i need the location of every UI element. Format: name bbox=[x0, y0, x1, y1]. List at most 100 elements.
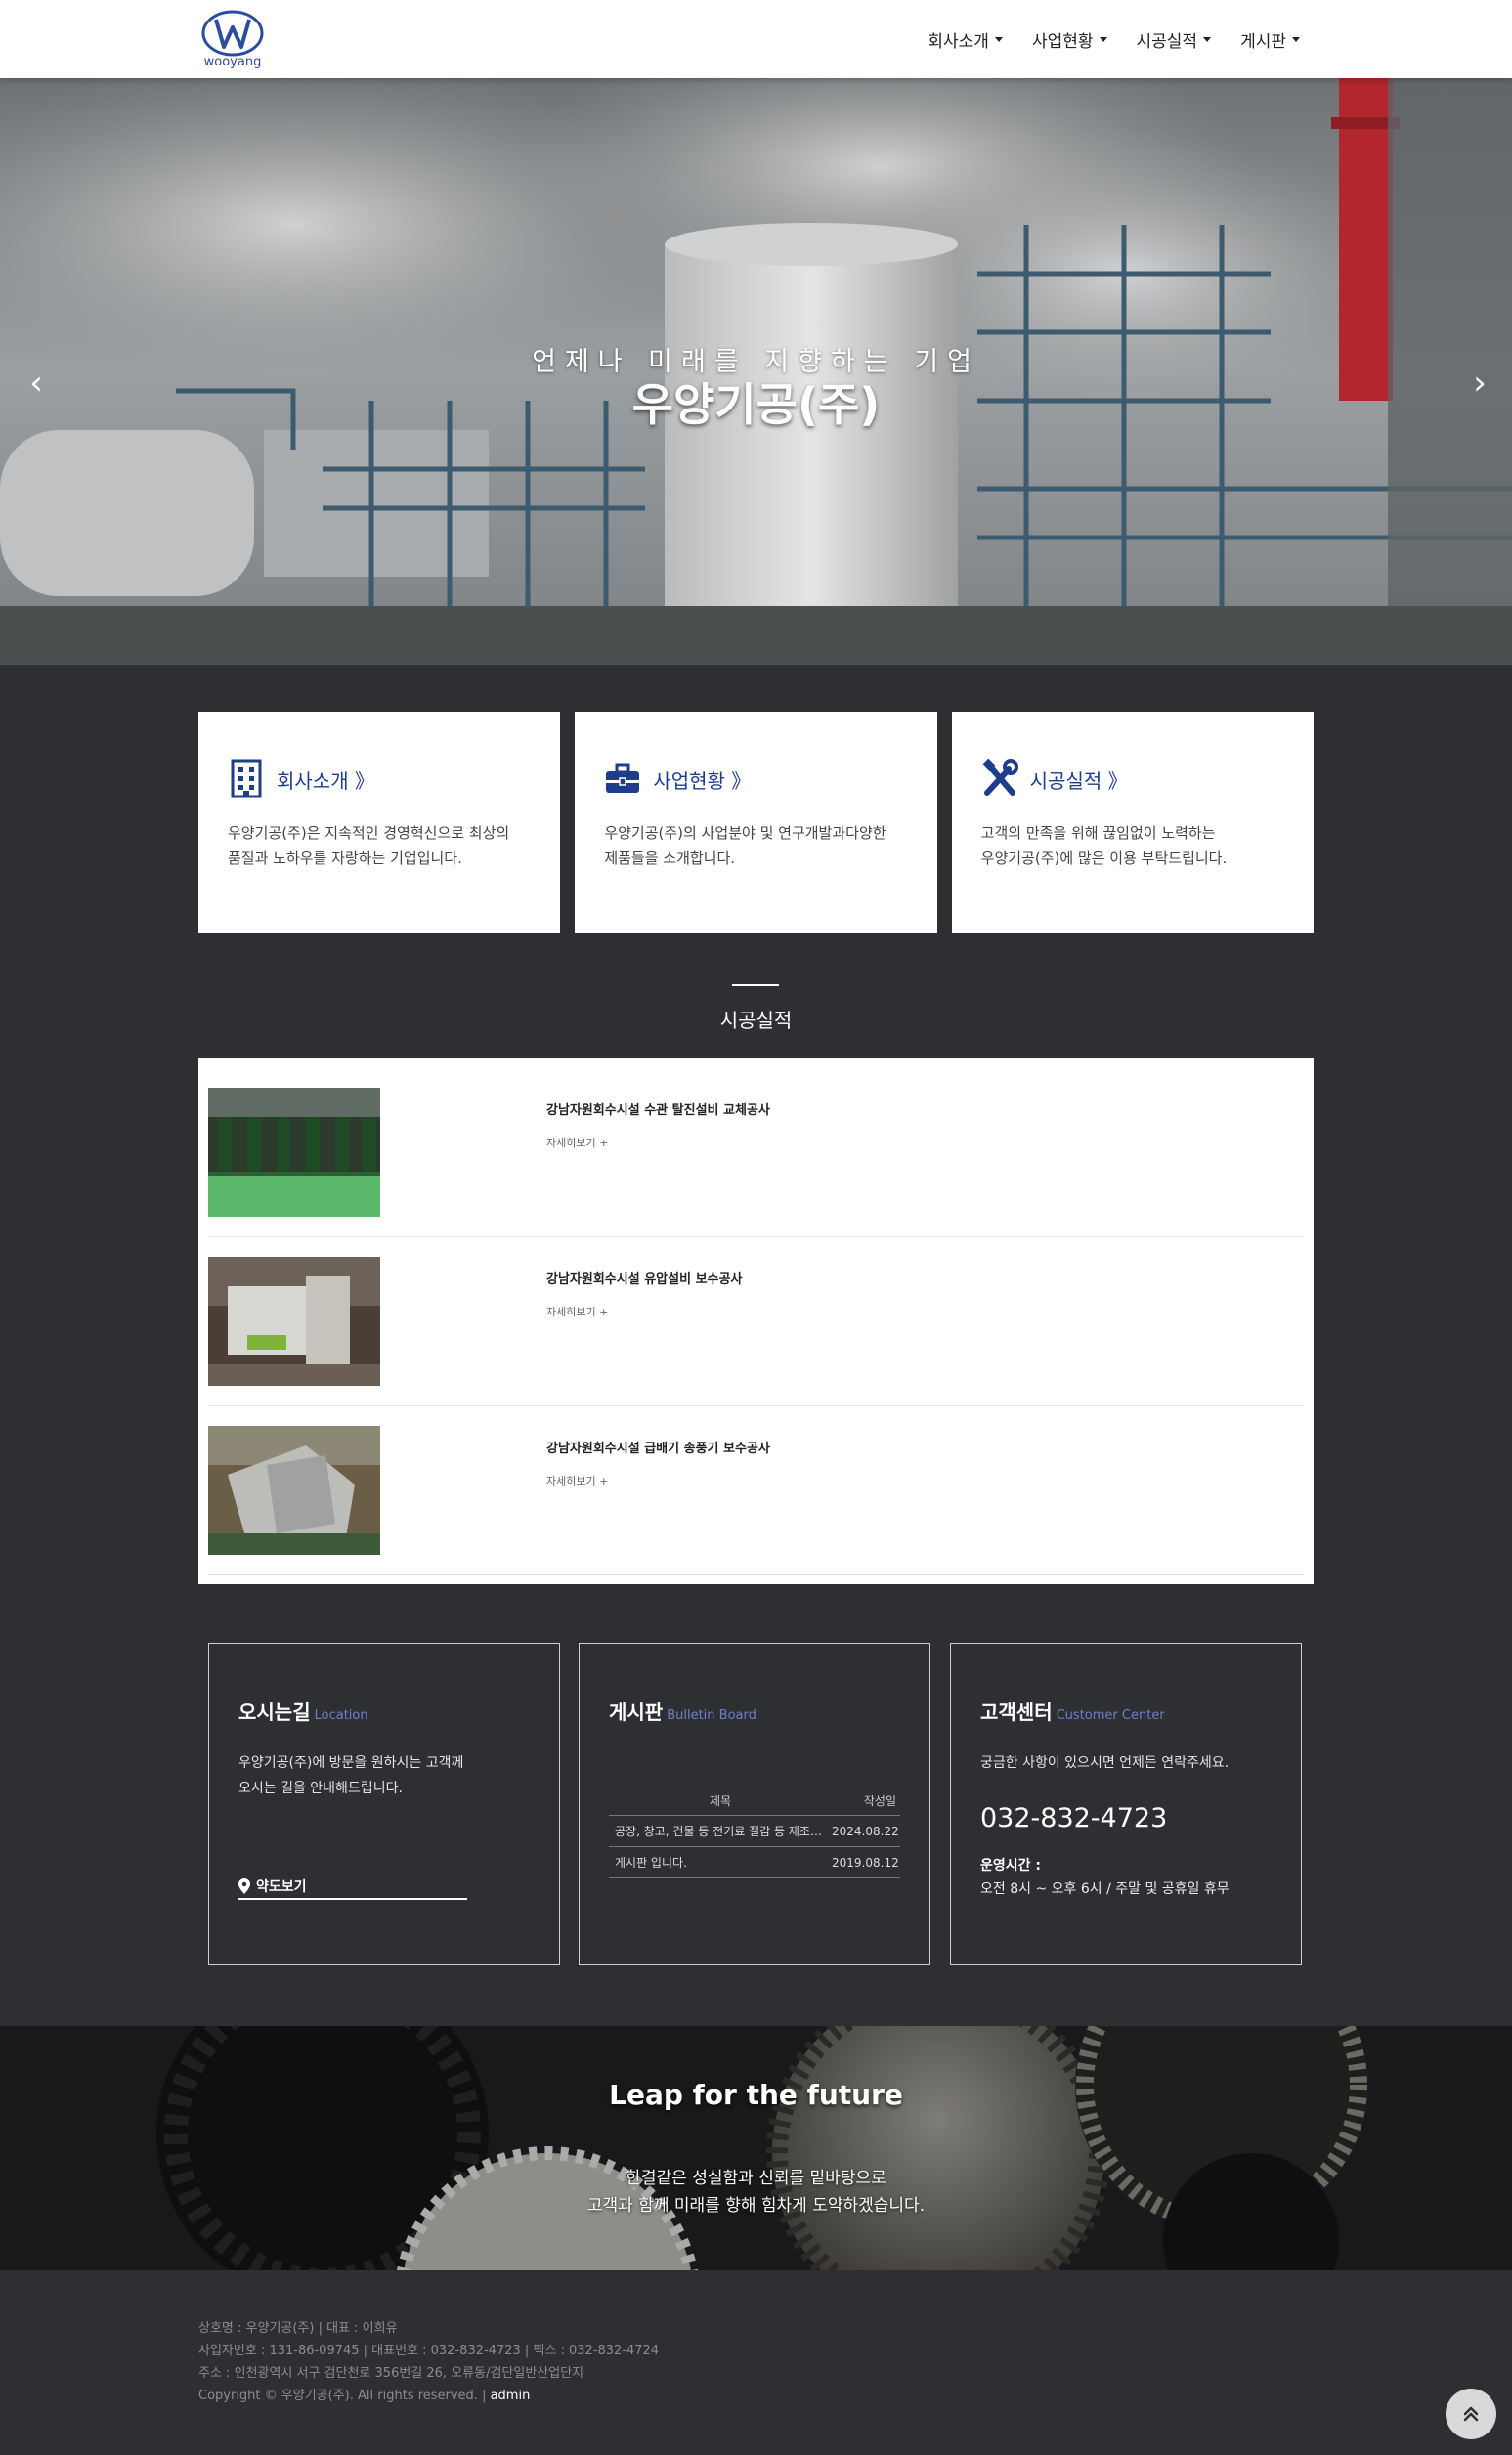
work-title[interactable]: 강남자원회수시설 급배기 송풍기 보수공사 bbox=[546, 1438, 770, 1456]
banner-text: 한결같은 성실함과 신뢰를 밑바탕으로 고객과 함께 미래를 향해 힘차게 도약… bbox=[0, 2165, 1512, 2219]
double-chevron-up-icon bbox=[1463, 2406, 1479, 2422]
banner-text-line: 고객과 함께 미래를 향해 힘차게 도약하겠습니다. bbox=[586, 2196, 926, 2216]
board-title-en: Bulletin Board bbox=[667, 1708, 756, 1723]
work-thumbnail[interactable] bbox=[208, 1088, 380, 1217]
hero-carousel: 언제나 미래를 지향하는 기업 우양기공(주) ‹ › bbox=[0, 78, 1512, 665]
board-post-title[interactable]: 게시판 입니다. bbox=[609, 1854, 832, 1871]
hero-title: 우양기공(주) bbox=[631, 378, 881, 431]
caret-down-icon bbox=[994, 36, 1003, 42]
nav-business-label: 사업현황 bbox=[1031, 31, 1094, 52]
feature-desc-line: 고객의 만족을 위해 끊임없이 노력하는 bbox=[980, 824, 1216, 841]
list-item[interactable]: 강남자원회수시설 수관 탈진설비 교체공사 자세히보기 + bbox=[208, 1068, 1304, 1237]
feature-desc-line: 우양기공(주)의 사업분야 및 연구개발과다양한 bbox=[604, 824, 886, 841]
board-title: 게시판 Bulletin Board bbox=[609, 1697, 900, 1725]
work-title[interactable]: 강남자원회수시설 수관 탈진설비 교체공사 bbox=[546, 1099, 770, 1118]
feature-desc-line: 우양기공(주)에 많은 이용 부탁드립니다. bbox=[980, 849, 1228, 867]
feature-card-head[interactable]: 시공실적 》 bbox=[981, 759, 1284, 798]
hours-text: 오전 8시 ~ 오후 6시 / 주말 및 공휴일 휴무 bbox=[980, 1881, 1230, 1897]
footer-line: 상호명 : 우양기공(주) | 대표 : 이희유 bbox=[198, 2321, 398, 2336]
banner-title: Leap for the future bbox=[609, 2079, 903, 2111]
feature-description: 고객의 만족을 위해 끊임없이 노력하는 우양기공(주)에 많은 이용 부탁드립… bbox=[981, 820, 1284, 871]
feature-title: 회사소개 》 bbox=[277, 768, 374, 793]
map-link-label: 약도보기 bbox=[256, 1879, 307, 1895]
feature-description: 우양기공(주)의 사업분야 및 연구개발과다양한 제품들을 소개합니다. bbox=[604, 820, 907, 871]
feature-desc-line: 제품들을 소개합니다. bbox=[604, 849, 736, 867]
nav-works[interactable]: 시공실적 bbox=[1137, 27, 1212, 52]
board-post-title[interactable]: 공장, 창고, 건물 등 전기료 절감 등 제조원가 절감 bbox=[609, 1823, 832, 1839]
map-pin-icon bbox=[238, 1878, 250, 1894]
tools-icon bbox=[981, 759, 1018, 798]
admin-link[interactable]: admin bbox=[491, 2389, 531, 2403]
work-title[interactable]: 강남자원회수시설 유압설비 보수공사 bbox=[546, 1269, 742, 1287]
copyright-line: Copyright © 우양기공(주). All rights reserved… bbox=[198, 2385, 659, 2407]
board-header-row: 제목 작성일 bbox=[609, 1787, 900, 1816]
board-col-title: 제목 bbox=[709, 1794, 732, 1808]
customer-title-text: 고객센터 bbox=[980, 1701, 1053, 1724]
nav-company-label: 회사소개 bbox=[928, 31, 989, 52]
board-title-text: 게시판 bbox=[609, 1701, 664, 1724]
location-title: 오시는길 Location bbox=[238, 1697, 530, 1725]
board-box: 게시판 Bulletin Board 제목 작성일 공장, 창고, 건물 등 전기… bbox=[579, 1643, 930, 1965]
feature-card-head[interactable]: 사업현황 》 bbox=[604, 759, 907, 798]
briefcase-icon bbox=[604, 759, 641, 798]
feature-card-works[interactable]: 시공실적 》 고객의 만족을 위해 끊임없이 노력하는 우양기공(주)에 많은 … bbox=[951, 712, 1314, 933]
wooyang-logo[interactable]: wooyang bbox=[198, 8, 267, 69]
table-row[interactable]: 게시판 입니다. 2019.08.12 bbox=[609, 1847, 900, 1878]
main-nav: 회사소개 사업현황 시공실적 게시판 bbox=[928, 0, 1300, 78]
copyright-text: Copyright © 우양기공(주). All rights reserved… bbox=[198, 2389, 491, 2403]
feature-card-business[interactable]: 사업현황 》 우양기공(주)의 사업분야 및 연구개발과다양한 제품들을 소개합… bbox=[575, 712, 937, 933]
site-header: wooyang 회사소개 사업현황 시공실적 게시판 bbox=[0, 0, 1512, 78]
carousel-next-icon[interactable]: › bbox=[1465, 364, 1494, 403]
feature-cards: 회사소개 》 우양기공(주)은 지속적인 경영혁신으로 최상의 품질과 노하우를… bbox=[198, 712, 1314, 933]
feature-card-head[interactable]: 회사소개 》 bbox=[228, 759, 531, 798]
board-col-date: 작성일 bbox=[863, 1794, 896, 1808]
feature-title: 사업현황 》 bbox=[653, 768, 752, 793]
carousel-prev-icon[interactable]: ‹ bbox=[22, 364, 51, 403]
board-post-date: 2024.08.22 bbox=[832, 1824, 899, 1838]
location-text-line: 오시는 길을 안내해드립니다. bbox=[238, 1781, 403, 1796]
feature-desc-line: 우양기공(주)은 지속적인 경영혁신으로 최상의 bbox=[228, 824, 510, 841]
caret-down-icon bbox=[1099, 36, 1107, 42]
feature-card-company[interactable]: 회사소개 》 우양기공(주)은 지속적인 경영혁신으로 최상의 품질과 노하우를… bbox=[198, 712, 561, 933]
hours-label: 운영시간 : bbox=[980, 1858, 1041, 1874]
read-more-link[interactable]: 자세히보기 + bbox=[546, 1304, 608, 1319]
site-footer: 상호명 : 우양기공(주) | 대표 : 이희유 사업자번호 : 131-86-… bbox=[0, 2270, 1512, 2455]
slogan-banner: Leap for the future 한결같은 성실함과 신뢰를 밑바탕으로 … bbox=[0, 2026, 1512, 2270]
read-more-link[interactable]: 자세히보기 + bbox=[546, 1473, 608, 1488]
scroll-top-button[interactable] bbox=[1446, 2389, 1496, 2439]
location-box: 오시는길 Location 우양기공(주)에 방문을 원하시는 고객께 오시는 길… bbox=[208, 1643, 560, 1965]
gears-background-image bbox=[0, 2026, 1512, 2270]
logo-text: wooyang bbox=[204, 55, 262, 68]
location-title-en: Location bbox=[314, 1708, 368, 1723]
location-text: 우양기공(주)에 방문을 원하시는 고객께 오시는 길을 안내해드립니다. bbox=[238, 1750, 530, 1801]
logo-mark-icon: wooyang bbox=[201, 10, 264, 69]
map-link[interactable]: 약도보기 bbox=[238, 1874, 467, 1900]
phone-number[interactable]: 032-832-4723 bbox=[980, 1803, 1272, 1833]
read-more-link[interactable]: 자세히보기 + bbox=[546, 1135, 608, 1150]
customer-title: 고객센터 Customer Center bbox=[980, 1697, 1272, 1725]
caret-down-icon bbox=[1292, 36, 1300, 42]
building-icon bbox=[228, 759, 265, 798]
footer-line: 사업자번호 : 131-86-09745 | 대표번호 : 032-832-47… bbox=[198, 2344, 660, 2358]
work-thumbnail[interactable] bbox=[208, 1257, 380, 1386]
location-title-text: 오시는길 bbox=[238, 1701, 311, 1724]
list-item[interactable]: 강남자원회수시설 급배기 송풍기 보수공사 자세히보기 + bbox=[208, 1406, 1304, 1575]
feature-title: 시공실적 》 bbox=[1029, 768, 1128, 793]
feature-description: 우양기공(주)은 지속적인 경영혁신으로 최상의 품질과 노하우를 자랑하는 기… bbox=[228, 820, 531, 871]
customer-text: 궁금한 사항이 있으시면 언제든 연락주세요. bbox=[980, 1755, 1230, 1771]
list-item[interactable]: 강남자원회수시설 유압설비 보수공사 자세히보기 + bbox=[208, 1237, 1304, 1406]
works-section-title: 시공실적 bbox=[719, 1009, 793, 1032]
nav-company[interactable]: 회사소개 bbox=[928, 27, 1003, 52]
nav-board-label: 게시판 bbox=[1240, 31, 1286, 52]
feature-desc-line: 품질과 노하우를 자랑하는 기업입니다. bbox=[228, 849, 462, 867]
board-post-date: 2019.08.12 bbox=[832, 1855, 899, 1870]
banner-text-line: 한결같은 성실함과 신뢰를 밑바탕으로 bbox=[626, 2169, 886, 2188]
work-thumbnail[interactable] bbox=[208, 1426, 380, 1555]
footer-info: 상호명 : 우양기공(주) | 대표 : 이희유 사업자번호 : 131-86-… bbox=[198, 2317, 659, 2407]
board-table: 제목 작성일 공장, 창고, 건물 등 전기료 절감 등 제조원가 절감 202… bbox=[609, 1787, 900, 1878]
customer-title-en: Customer Center bbox=[1056, 1708, 1165, 1723]
caret-down-icon bbox=[1203, 36, 1212, 42]
table-row[interactable]: 공장, 창고, 건물 등 전기료 절감 등 제조원가 절감 2024.08.22 bbox=[609, 1816, 900, 1847]
nav-business[interactable]: 사업현황 bbox=[1032, 27, 1107, 52]
nav-board[interactable]: 게시판 bbox=[1240, 27, 1300, 52]
